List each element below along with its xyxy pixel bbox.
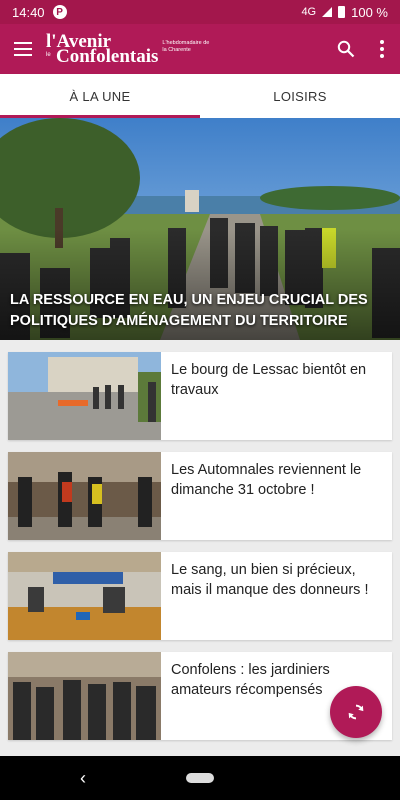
system-nav-bar: ‹ (0, 756, 400, 800)
article-thumbnail (8, 652, 161, 740)
article-card[interactable]: Les Automnales reviennent le dimanche 31… (8, 452, 392, 540)
article-thumbnail (8, 452, 161, 540)
more-vert-icon[interactable] (364, 24, 400, 74)
article-card[interactable]: Le bourg de Lessac bientôt en travaux (8, 352, 392, 440)
status-bar: 14:40 P 4G 100 % (0, 0, 400, 24)
article-title: Le bourg de Lessac bientôt en travaux (171, 362, 367, 398)
home-pill-icon[interactable] (186, 773, 214, 783)
logo-line2: Confolentais (56, 46, 159, 67)
menu-icon[interactable] (0, 24, 46, 74)
signal-icon (322, 7, 333, 17)
tab-a-la-une[interactable]: À LA UNE (0, 74, 200, 118)
article-title: Les Automnales reviennent le dimanche 31… (171, 462, 362, 498)
search-icon[interactable] (328, 24, 364, 74)
article-thumbnail (8, 552, 161, 640)
hero-title: LA RESSOURCE EN EAU, UN ENJEU CRUCIAL DE… (10, 292, 368, 329)
battery-icon (338, 6, 346, 18)
network-label: 4G (301, 6, 317, 18)
tab-bar: À LA UNE LOISIRS (0, 74, 400, 118)
hero-article[interactable]: LA RESSOURCE EN EAU, UN ENJEU CRUCIAL DE… (0, 118, 400, 340)
app-logo: l'Avenir le Confolentais L'hebdomadaire … (46, 24, 212, 74)
refresh-icon[interactable] (330, 686, 382, 738)
battery-percent: 100 % (351, 4, 388, 20)
app-notification-icon: P (52, 5, 67, 19)
article-card[interactable]: Le sang, un bien si précieux, mais il ma… (8, 552, 392, 640)
app-bar: l'Avenir le Confolentais L'hebdomadaire … (0, 24, 400, 74)
logo-tagline: L'hebdomadaire de la Charente (162, 40, 210, 53)
tab-loisirs[interactable]: LOISIRS (200, 74, 400, 118)
status-time: 14:40 (12, 4, 45, 20)
back-icon[interactable]: ‹ (80, 768, 86, 789)
article-title: Le sang, un bien si précieux, mais il ma… (171, 562, 369, 598)
article-list: Le bourg de Lessac bientôt en travaux Le… (8, 352, 392, 752)
article-thumbnail (8, 352, 161, 440)
logo-small: le (46, 52, 51, 58)
